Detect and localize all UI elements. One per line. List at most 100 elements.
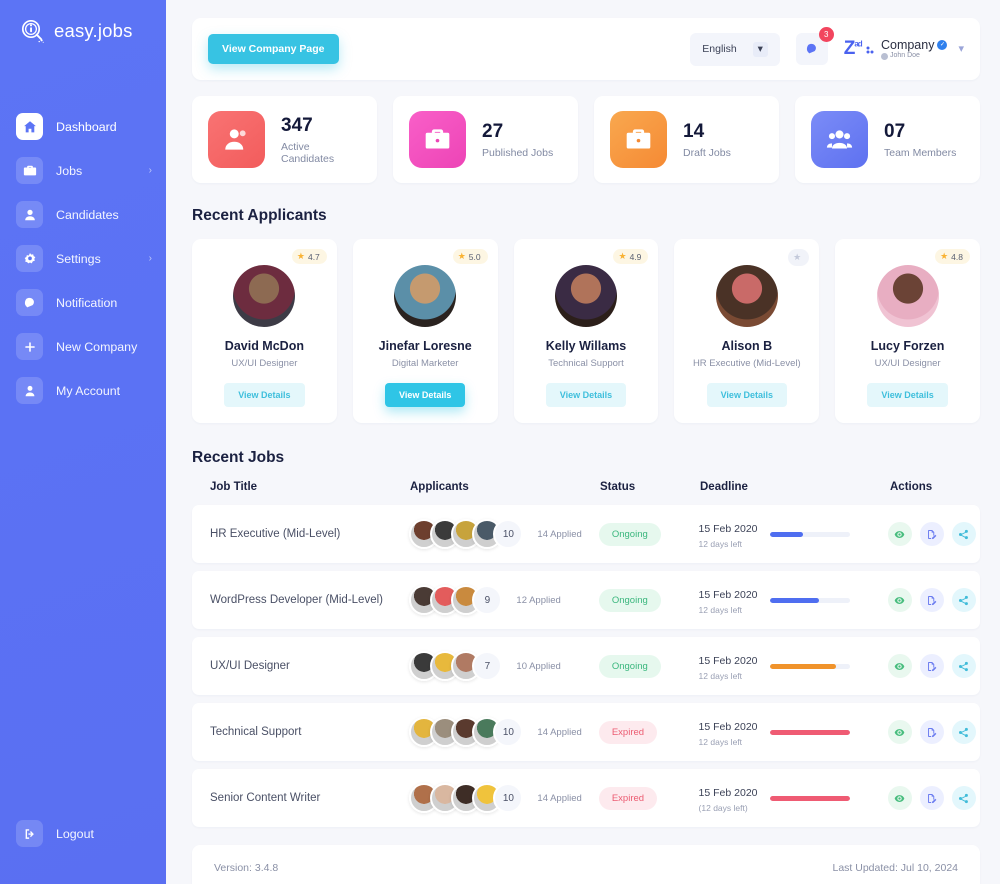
progress-bar	[769, 663, 850, 669]
view-details-button[interactable]: View Details	[545, 383, 627, 407]
sidebar-item-settings[interactable]: Settings ›	[0, 238, 166, 279]
team-icon	[811, 111, 868, 168]
days-left: 12 days left	[698, 605, 743, 615]
edit-document-icon[interactable]	[919, 654, 944, 678]
status-badge: Expired	[598, 720, 658, 744]
brand-logo[interactable]: easy.jobs	[0, 0, 166, 44]
sidebar: easy.jobs Dashboard Jobs › Candidates Se…	[0, 0, 166, 884]
logout-icon	[16, 820, 43, 847]
share-icon[interactable]	[951, 786, 976, 810]
column-header-job-title: Job Title	[210, 481, 258, 493]
sidebar-item-logout[interactable]: Logout	[0, 813, 166, 854]
briefcase-icon	[409, 111, 466, 168]
deadline-date: 15 Feb 2020	[698, 787, 758, 799]
table-row[interactable]: WordPress Developer (Mid-Level) 9 12 Appli…	[192, 571, 980, 629]
applicant-card: ★ 5.0 Jinefar Loresne Digital Marketer V…	[352, 239, 498, 423]
profile-meta: Company ✓ John Doe	[880, 38, 948, 60]
chevron-right-icon: ›	[148, 165, 152, 176]
share-icon[interactable]	[951, 654, 976, 678]
applicants-cell: 7 10 Applied	[409, 651, 598, 681]
avatar-stack: 10	[409, 717, 524, 747]
view-details-button[interactable]: View Details	[385, 383, 466, 407]
rating-badge: ★ 4.7	[291, 249, 327, 264]
edit-document-icon[interactable]	[919, 786, 944, 810]
view-details-button[interactable]: View Details	[706, 383, 787, 407]
sidebar-item-jobs[interactable]: Jobs ›	[0, 150, 166, 191]
stat-card-team-members: 07 Team Members	[795, 96, 980, 183]
jobs-table-header: Job Title Applicants Status Deadline Act…	[192, 481, 980, 505]
sidebar-item-new-company[interactable]: New Company	[0, 326, 166, 367]
applicant-name: Alison B	[721, 339, 773, 353]
view-details-button[interactable]: View Details	[224, 383, 305, 407]
applicant-card: ★ Alison B HR Executive (Mid-Level) View…	[674, 239, 820, 423]
deadline-cell: 15 Feb 2020 12 days left	[699, 717, 888, 747]
view-details-button[interactable]: View Details	[867, 383, 948, 407]
status-cell: Ongoing	[598, 522, 699, 546]
stat-card-draft-jobs: 14 Draft Jobs	[594, 96, 779, 183]
applicant-role: Technical Support	[548, 358, 624, 369]
rating-badge: ★	[788, 249, 810, 266]
logo-dots	[866, 38, 874, 60]
briefcase-icon	[16, 157, 43, 184]
job-title: UX/UI Designer	[210, 660, 290, 672]
applicant-card: ★ 4.8 Lucy Forzen UX/UI Designer View De…	[835, 239, 980, 423]
column-header-applicants: Applicants	[410, 481, 469, 493]
edit-document-icon[interactable]	[919, 588, 944, 612]
progress-bar	[769, 795, 850, 801]
edit-document-icon[interactable]	[919, 522, 944, 546]
eye-icon[interactable]	[887, 720, 912, 744]
progress-bar	[769, 597, 850, 603]
job-title: Senior Content Writer	[210, 792, 321, 804]
applicant-role: UX/UI Designer	[874, 358, 941, 369]
rating-value: 4.9	[629, 251, 642, 262]
applicant-card: ★ 4.7 David McDon UX/UI Designer View De…	[192, 239, 337, 423]
edit-document-icon[interactable]	[919, 720, 944, 744]
eye-icon[interactable]	[887, 786, 912, 810]
chevron-down-icon: ▾	[752, 41, 768, 57]
user-icon	[16, 201, 43, 228]
notification-bell-button[interactable]: 3	[795, 27, 834, 65]
bell-icon	[16, 289, 43, 316]
language-select[interactable]: English ▾	[690, 32, 780, 66]
profile-user: John Doe	[880, 52, 948, 60]
company-logo: Zad	[844, 38, 874, 60]
progress-bar	[769, 729, 850, 735]
sidebar-item-notification[interactable]: Notification	[0, 282, 166, 323]
recent-applicants-title: Recent Applicants	[192, 207, 327, 224]
table-row[interactable]: Senior Content Writer 10 14 Applied Expired…	[192, 769, 980, 827]
sidebar-item-label: Settings	[56, 251, 101, 266]
bell-icon	[806, 43, 816, 54]
table-row[interactable]: Technical Support 10 14 Applied Expired 15 F…	[192, 703, 980, 761]
eye-icon[interactable]	[887, 522, 912, 546]
sidebar-item-my-account[interactable]: My Account	[0, 370, 166, 411]
star-icon: ★	[296, 251, 305, 261]
deadline-date: 15 Feb 2020	[698, 721, 758, 733]
avatar-stack: 9	[409, 585, 503, 615]
sidebar-item-dashboard[interactable]: Dashboard	[0, 106, 166, 147]
eye-icon[interactable]	[887, 654, 912, 678]
recent-applicants-list: ★ 4.7 David McDon UX/UI Designer View De…	[192, 239, 980, 423]
sidebar-item-label: Logout	[56, 826, 94, 841]
applicant-role: HR Executive (Mid-Level)	[692, 358, 801, 369]
view-company-page-button[interactable]: View Company Page	[208, 34, 339, 64]
rating-badge: ★ 4.8	[935, 249, 970, 264]
deadline-cell: 15 Feb 2020 12 days left	[699, 519, 888, 549]
avatar	[876, 265, 939, 327]
table-row[interactable]: HR Executive (Mid-Level) 10 14 Applied Ongo…	[192, 505, 980, 563]
stat-value: 14	[683, 121, 705, 143]
days-left: (12 days left)	[698, 803, 748, 813]
share-icon[interactable]	[951, 720, 976, 744]
footer-version: Version: 3.4.8	[214, 862, 279, 874]
deadline-date: 15 Feb 2020	[698, 655, 758, 667]
stat-value: 27	[482, 121, 504, 143]
share-icon[interactable]	[951, 522, 976, 546]
sidebar-item-candidates[interactable]: Candidates	[0, 194, 166, 235]
table-row[interactable]: UX/UI Designer 7 10 Applied Ongoing 15 Feb 2…	[192, 637, 980, 695]
eye-icon[interactable]	[887, 588, 912, 612]
job-title: Technical Support	[210, 726, 302, 738]
profile-menu[interactable]: Zad Company ✓ John Doe ▾	[844, 38, 964, 60]
share-icon[interactable]	[951, 588, 976, 612]
candidates-icon	[208, 111, 265, 168]
recent-jobs-title: Recent Jobs	[192, 449, 285, 466]
avatar	[880, 52, 888, 60]
